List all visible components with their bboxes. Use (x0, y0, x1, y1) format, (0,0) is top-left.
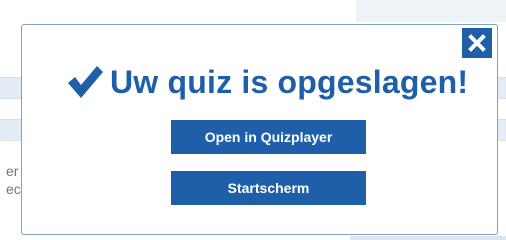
background-text-fragment: er (6, 163, 19, 179)
checkmark-icon (68, 66, 103, 98)
dialog-title: Uw quiz is opgeslagen! (110, 63, 469, 100)
close-button[interactable] (462, 28, 492, 58)
dialog-title-row: Uw quiz is opgeslagen! (66, 62, 468, 102)
background-footer-area (350, 236, 506, 240)
close-icon (468, 34, 486, 52)
background-text-fragment: ec (6, 181, 21, 197)
startscherm-button[interactable]: Startscherm (171, 171, 366, 205)
open-in-quizplayer-button[interactable]: Open in Quizplayer (171, 120, 366, 154)
background-header-area (356, 0, 506, 22)
